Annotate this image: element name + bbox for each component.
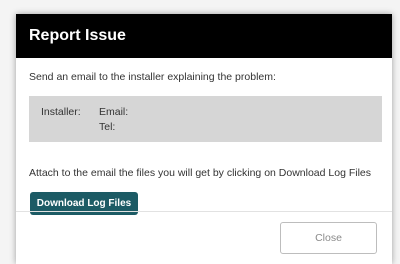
- intro-text: Send an email to the installer explainin…: [29, 71, 276, 83]
- dialog-title: Report Issue: [29, 27, 126, 44]
- installer-tel-label: Tel:: [99, 121, 116, 133]
- report-issue-dialog: Report Issue Send an email to the instal…: [16, 14, 392, 264]
- close-button[interactable]: Close: [280, 222, 377, 254]
- installer-label: Installer:: [41, 106, 81, 118]
- installer-info-box: Installer: Email: Tel:: [29, 96, 382, 142]
- dialog-header: Report Issue: [16, 14, 392, 58]
- footer-divider: [16, 211, 392, 212]
- attach-instructions: Attach to the email the files you will g…: [29, 167, 372, 179]
- installer-email-label: Email:: [99, 106, 129, 118]
